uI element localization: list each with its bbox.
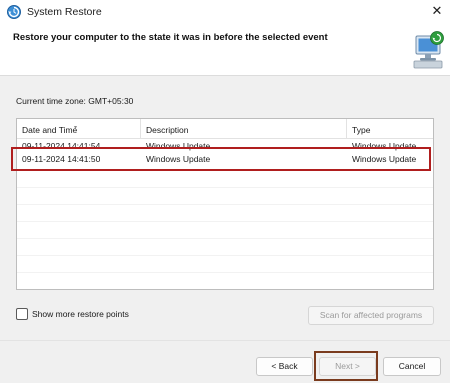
table-row-selected[interactable]: 09-11-2024 14:41:50 Windows Update Windo… xyxy=(17,151,433,167)
instruction-heading: Restore your computer to the state it wa… xyxy=(13,32,328,43)
title-bar: System Restore ✕ xyxy=(0,0,450,26)
row-description: Windows Update xyxy=(146,154,211,164)
window-title: System Restore xyxy=(27,6,102,18)
back-button[interactable]: < Back xyxy=(256,357,313,376)
cancel-button[interactable]: Cancel xyxy=(383,357,441,376)
column-header-description[interactable]: Description xyxy=(141,119,347,139)
scan-affected-programs-button[interactable]: Scan for affected programs xyxy=(308,306,434,325)
close-icon: ✕ xyxy=(431,3,443,18)
footer-divider xyxy=(0,340,450,341)
list-header: Date and Time ▾ Description Type xyxy=(17,119,433,139)
show-more-checkbox[interactable] xyxy=(16,308,28,320)
system-restore-icon xyxy=(7,5,21,19)
show-more-label: Show more restore points xyxy=(32,309,129,319)
close-button[interactable]: ✕ xyxy=(427,1,447,21)
timezone-label: Current time zone: GMT+05:30 xyxy=(16,96,134,106)
row-type: Windows Update xyxy=(352,154,417,164)
column-header-date[interactable]: Date and Time ▾ xyxy=(17,119,141,139)
next-button[interactable]: Next > xyxy=(319,357,376,376)
show-more-option[interactable]: Show more restore points xyxy=(16,307,129,321)
row-date: 09-11-2024 14:41:50 xyxy=(22,154,101,164)
header-panel: Restore your computer to the state it wa… xyxy=(0,26,450,76)
empty-rows xyxy=(17,171,433,289)
restore-point-list[interactable]: Date and Time ▾ Description Type 09-11-2… xyxy=(16,118,434,290)
column-header-type[interactable]: Type xyxy=(347,119,433,139)
sort-arrow-icon: ▾ xyxy=(74,125,78,131)
monitor-restore-icon xyxy=(413,31,444,69)
